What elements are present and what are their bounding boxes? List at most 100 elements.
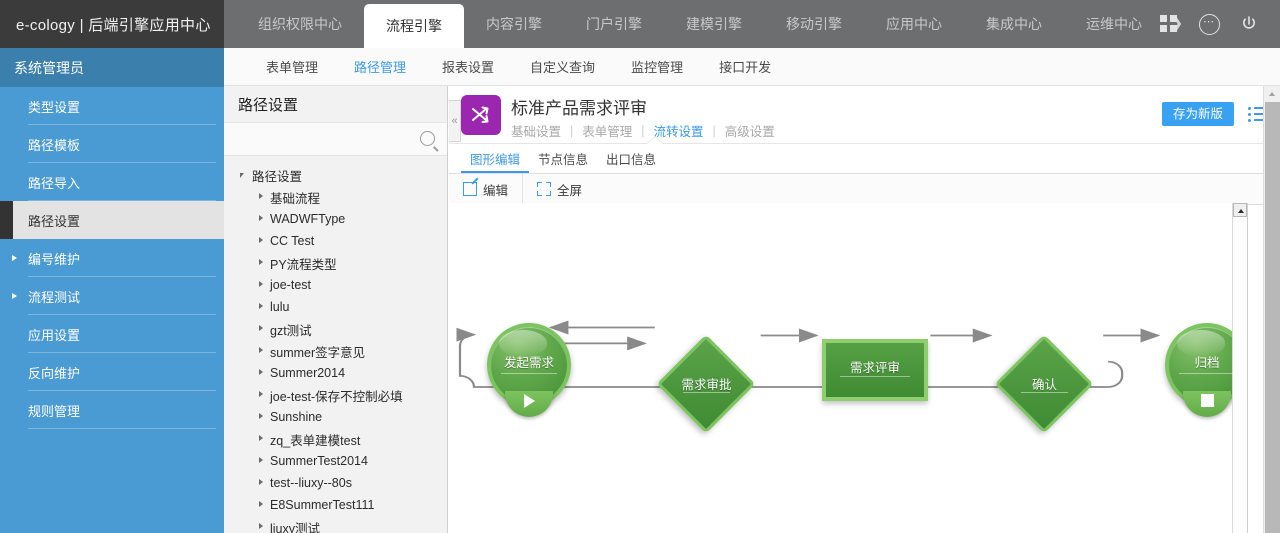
caret-right-icon[interactable] xyxy=(256,362,270,384)
sidebar-item-6[interactable]: 应用设置 xyxy=(0,315,224,353)
sidebar-item-2[interactable]: 路径导入 xyxy=(0,163,224,201)
caret-right-icon[interactable] xyxy=(256,384,270,406)
tree-node-5[interactable]: lulu xyxy=(224,296,447,318)
fullscreen-button[interactable]: 全屏 xyxy=(523,174,596,204)
sidebar-item-0[interactable]: 类型设置 xyxy=(0,87,224,125)
engine-tab-3[interactable]: 门户引擎 xyxy=(564,0,664,48)
caret-right-icon[interactable] xyxy=(256,230,270,252)
caret-right-icon[interactable] xyxy=(256,450,270,472)
tree-node-13[interactable]: test--liuxy--80s xyxy=(224,472,447,494)
sub-nav-item-0[interactable]: 表单管理 xyxy=(248,57,336,76)
engine-tab-2[interactable]: 内容引擎 xyxy=(464,0,564,48)
tree-node-0[interactable]: 基础流程 xyxy=(224,186,447,208)
sidebar-item-8[interactable]: 规则管理 xyxy=(0,391,224,429)
scroll-up-button[interactable] xyxy=(1233,203,1247,217)
tree-node-15[interactable]: liuxy测试 xyxy=(224,516,447,533)
save-as-new-version-button[interactable]: 存为新版 xyxy=(1161,102,1234,126)
caret-right-icon[interactable] xyxy=(256,516,270,533)
edit-button[interactable]: 编辑 xyxy=(449,174,524,204)
engine-tab-8[interactable]: 运维中心 xyxy=(1064,0,1164,48)
more-circle-icon[interactable]: ⋯ xyxy=(1196,11,1222,37)
subtab-pointer xyxy=(647,137,663,144)
tree-node-3[interactable]: PY流程类型 xyxy=(224,252,447,274)
sub-nav-item-4[interactable]: 监控管理 xyxy=(613,57,701,76)
page-scrollbar[interactable] xyxy=(1263,86,1280,533)
tab-graph-edit[interactable]: 图形编辑 xyxy=(461,149,530,173)
sub-nav-item-5[interactable]: 接口开发 xyxy=(701,57,789,76)
tree-node-14[interactable]: E8SummerTest111 xyxy=(224,494,447,516)
engine-tab-7[interactable]: 集成中心 xyxy=(964,0,1064,48)
caret-right-icon[interactable] xyxy=(256,472,270,494)
tree-root-node[interactable]: 路径设置 xyxy=(224,164,447,186)
grid-icon[interactable] xyxy=(1156,11,1182,37)
tree-node-11[interactable]: zq_表单建模test xyxy=(224,428,447,450)
node-label: 发起需求 xyxy=(503,356,554,370)
sub-nav-item-1[interactable]: 路径管理 xyxy=(336,57,424,76)
tree-search-box[interactable] xyxy=(224,122,447,156)
sub-nav-item-2[interactable]: 报表设置 xyxy=(424,57,512,76)
caret-right-icon[interactable] xyxy=(256,296,270,318)
sidebar-item-4[interactable]: 编号维护 xyxy=(0,239,224,277)
stop-icon xyxy=(1200,394,1214,407)
tree-node-4[interactable]: joe-test xyxy=(224,274,447,296)
page-scroll-thumb[interactable] xyxy=(1265,102,1280,533)
tree-node-7[interactable]: summer签字意见 xyxy=(224,340,447,362)
caret-right-icon[interactable] xyxy=(256,494,270,516)
tree-node-12[interactable]: SummerTest2014 xyxy=(224,450,447,472)
diagram-node-confirm[interactable]: 确认 xyxy=(994,334,1094,434)
tab-node-info[interactable]: 节点信息 xyxy=(529,149,597,173)
node-label: 确认 xyxy=(1031,378,1057,392)
page-scroll-up-button[interactable] xyxy=(1265,87,1280,101)
tree-node-label: gzt测试 xyxy=(270,323,312,338)
node-divider xyxy=(1021,392,1068,393)
caret-right-icon[interactable] xyxy=(256,428,270,450)
tree-node-1[interactable]: WADWFType xyxy=(224,208,447,230)
diagram-node-review[interactable]: 需求评审 xyxy=(822,339,928,401)
sidebar-item-3[interactable]: 路径设置 xyxy=(0,201,224,239)
sub-nav-item-3[interactable]: 自定义查询 xyxy=(512,57,613,76)
tree-node-8[interactable]: Summer2014 xyxy=(224,362,447,384)
content-subtab-3[interactable]: 高级设置 xyxy=(725,121,775,140)
caret-down-icon[interactable] xyxy=(238,164,252,186)
caret-right-icon[interactable] xyxy=(256,406,270,428)
fullscreen-icon xyxy=(537,182,552,196)
engine-tab-0[interactable]: 组织权限中心 xyxy=(236,0,364,48)
sidebar-item-5[interactable]: 流程测试 xyxy=(0,277,224,315)
caret-right-icon[interactable] xyxy=(256,208,270,230)
sidebar-item-1[interactable]: 路径模板 xyxy=(0,125,224,163)
engine-tab-6[interactable]: 应用中心 xyxy=(864,0,964,48)
diagram-node-approval[interactable]: 需求审批 xyxy=(656,334,756,434)
diagram-node-start[interactable]: 发起需求 xyxy=(487,323,571,417)
engine-tab-4[interactable]: 建模引擎 xyxy=(664,0,764,48)
tree-node-6[interactable]: gzt测试 xyxy=(224,318,447,340)
sidebar-item-label: 路径模板 xyxy=(28,137,81,153)
tree-node-10[interactable]: Sunshine xyxy=(224,406,447,428)
sidebar-item-label: 路径设置 xyxy=(28,213,81,229)
sidebar-user: 系统管理员 xyxy=(0,48,224,87)
content-subtab-1[interactable]: 表单管理 xyxy=(582,121,632,140)
tree-node-label: CC Test xyxy=(270,234,315,248)
search-icon[interactable] xyxy=(420,131,435,146)
panel-collapse-handle[interactable]: « xyxy=(449,100,461,142)
engine-tab-5[interactable]: 移动引擎 xyxy=(764,0,864,48)
tree-search-input[interactable] xyxy=(232,129,416,153)
engine-tab-1[interactable]: 流程引擎 xyxy=(364,4,464,48)
node-label: 归档 xyxy=(1194,356,1220,370)
power-icon[interactable] xyxy=(1236,11,1262,37)
sub-nav: 表单管理 路径管理 报表设置 自定义查询 监控管理 接口开发 xyxy=(224,48,1280,86)
content-subtab-0[interactable]: 基础设置 xyxy=(511,121,561,140)
diagram-canvas[interactable]: 发起需求 需求审批 需求评审 确认 归档 xyxy=(449,203,1248,533)
node-label: 需求审批 xyxy=(681,378,732,392)
node-divider xyxy=(840,376,910,377)
caret-right-icon[interactable] xyxy=(256,340,270,362)
sidebar-item-7[interactable]: 反向维护 xyxy=(0,353,224,391)
tab-exit-info[interactable]: 出口信息 xyxy=(597,149,665,173)
caret-right-icon[interactable] xyxy=(256,252,270,274)
caret-right-icon[interactable] xyxy=(256,274,270,296)
caret-right-icon[interactable] xyxy=(256,186,270,208)
tree-node-label: Sunshine xyxy=(270,410,323,424)
tree-node-2[interactable]: CC Test xyxy=(224,230,447,252)
caret-right-icon[interactable] xyxy=(256,318,270,340)
tree-node-9[interactable]: joe-test-保存不控制必填 xyxy=(224,384,447,406)
caret-right-icon xyxy=(12,255,17,261)
